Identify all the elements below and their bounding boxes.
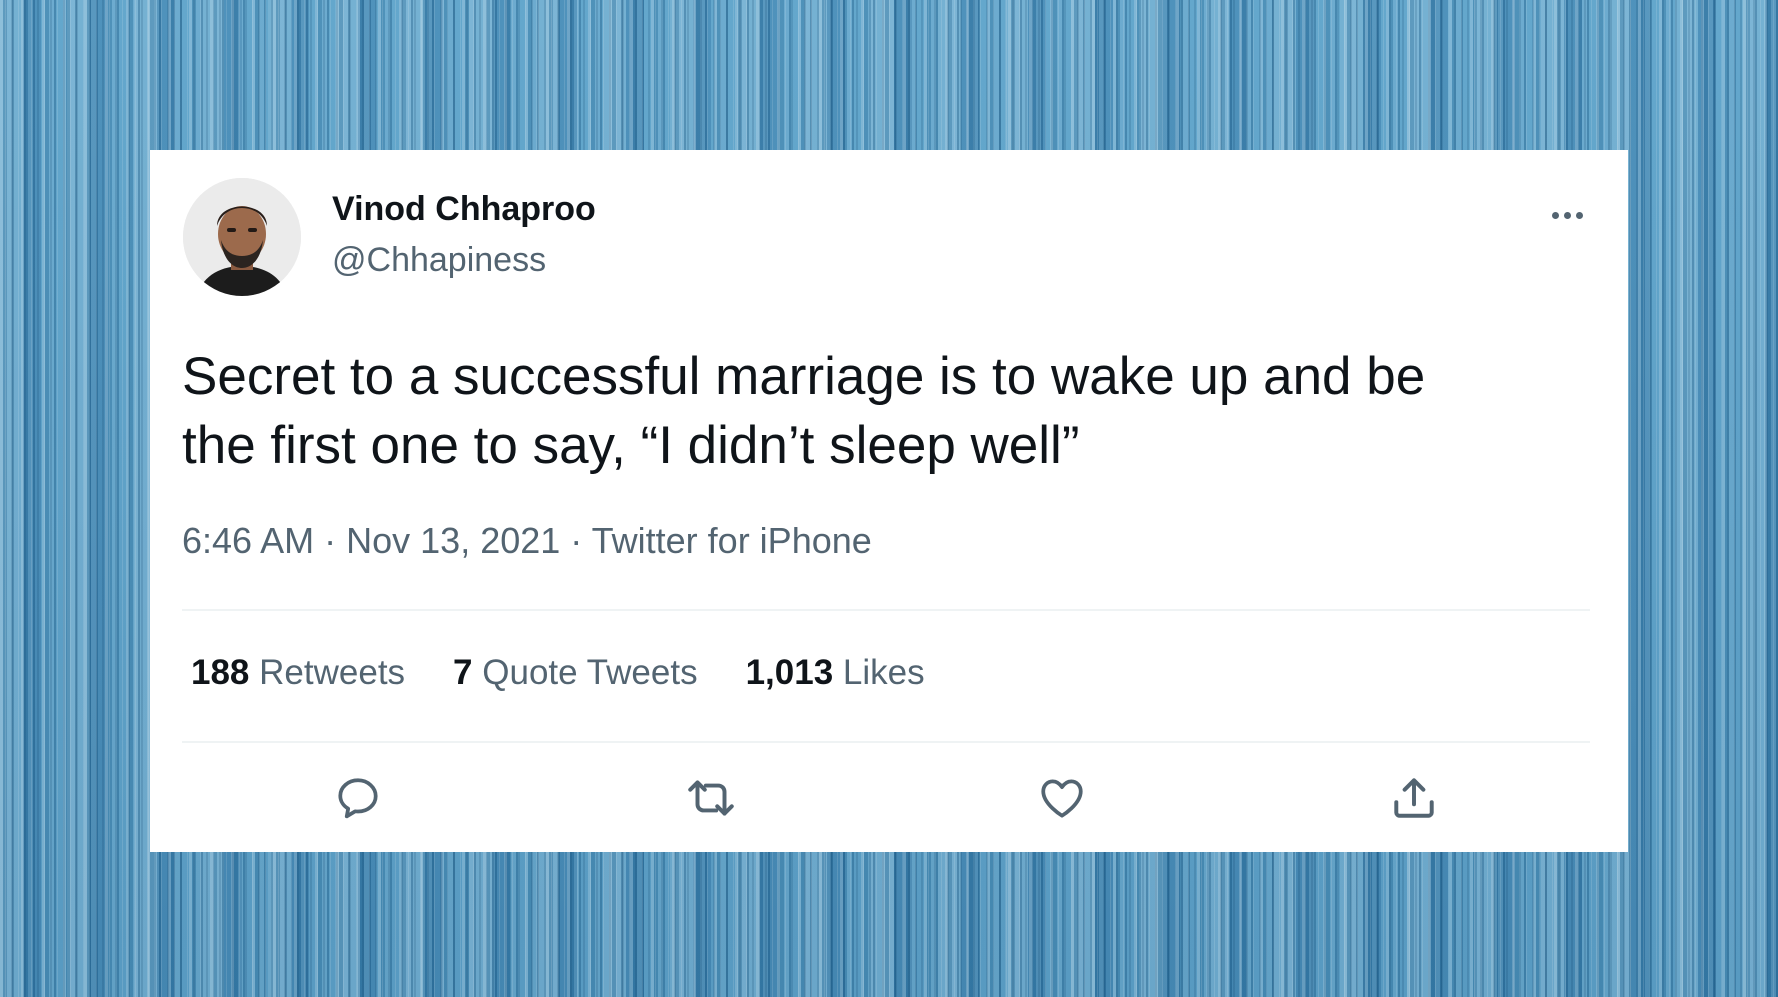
retweets-count: 188 xyxy=(191,653,250,692)
retweets-label: Retweets xyxy=(259,653,406,692)
tweet-card: Vinod Chhaproo @Chhapiness Secret to a s… xyxy=(150,150,1628,852)
tweet-time[interactable]: 6:46 AM xyxy=(182,520,314,561)
meta-separator: · xyxy=(324,520,337,561)
likes-count: 1,013 xyxy=(745,653,834,692)
tweet-text: Secret to a successful marriage is to wa… xyxy=(182,342,1602,480)
like-icon xyxy=(1041,779,1083,818)
retweet-icon xyxy=(688,780,734,816)
quote-tweets-count: 7 xyxy=(453,653,473,692)
quote-tweets-label: Quote Tweets xyxy=(482,653,698,692)
like-button[interactable] xyxy=(1032,768,1092,828)
likes-label: Likes xyxy=(842,653,925,692)
tweet-metadata: 6:46 AM · Nov 13, 2021 · Twitter for iPh… xyxy=(182,520,872,562)
reply-icon xyxy=(338,778,378,819)
share-button[interactable] xyxy=(1384,768,1444,828)
retweet-button[interactable] xyxy=(681,768,741,828)
more-options-icon[interactable] xyxy=(1545,200,1589,230)
divider xyxy=(182,741,1590,743)
engagement-stats: 188 Retweets 7 Quote Tweets 1,013 Likes xyxy=(191,653,925,693)
reply-button[interactable] xyxy=(328,768,388,828)
share-icon xyxy=(1394,778,1434,818)
tweet-date[interactable]: Nov 13, 2021 xyxy=(346,520,560,561)
likes-stat[interactable]: 1,013 Likes xyxy=(746,653,925,693)
divider xyxy=(182,609,1590,611)
author-name[interactable]: Vinod Chhaproo xyxy=(332,190,596,229)
author-handle[interactable]: @Chhapiness xyxy=(332,241,546,280)
quote-tweets-stat[interactable]: 7 Quote Tweets xyxy=(453,653,698,693)
tweet-text-line-1: Secret to a successful marriage is to wa… xyxy=(182,347,1426,406)
avatar[interactable] xyxy=(183,178,301,296)
retweets-stat[interactable]: 188 Retweets xyxy=(191,653,405,693)
tweet-text-line-2: the first one to say, “I didn’t sleep we… xyxy=(182,416,1080,475)
tweet-source[interactable]: Twitter for iPhone xyxy=(592,520,872,561)
meta-separator: · xyxy=(570,520,583,561)
